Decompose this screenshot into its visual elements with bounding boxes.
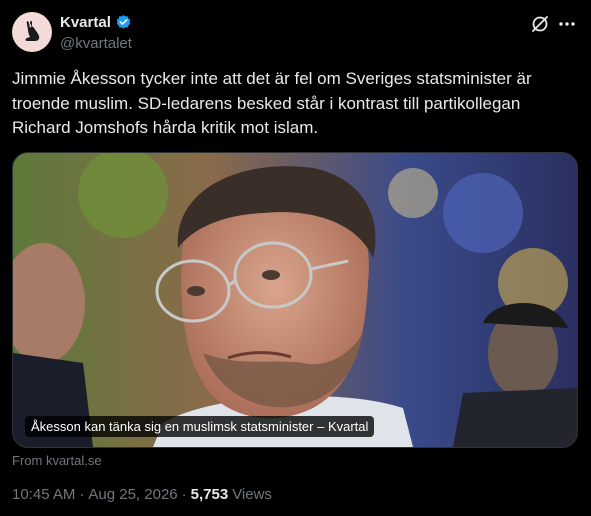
verified-badge-icon	[116, 15, 131, 29]
account-name[interactable]: Kvartal	[60, 14, 132, 31]
link-card-caption[interactable]: Åkesson kan tänka sig en muslimsk statsm…	[25, 416, 375, 437]
views-label: Views	[232, 486, 272, 503]
grok-icon[interactable]	[529, 13, 551, 35]
tweet-meta: 10:45 AM · Aug 25, 2026 · 5,753 Views	[12, 486, 272, 503]
press-photo	[13, 153, 577, 447]
avatar[interactable]	[12, 12, 52, 52]
meta-separator: ·	[181, 486, 187, 503]
link-card-image[interactable]: Åkesson kan tänka sig en muslimsk statsm…	[12, 152, 578, 448]
more-icon[interactable]	[556, 13, 578, 35]
tweet-time[interactable]: 10:45 AM	[12, 486, 75, 503]
tweet-text: Jimmie Åkesson tycker inte att det är fe…	[12, 69, 532, 137]
tweet-date[interactable]: Aug 25, 2026	[88, 486, 177, 503]
account-handle[interactable]: @kvartalet	[60, 35, 132, 52]
link-source[interactable]: From kvartal.se	[12, 453, 102, 468]
views-count: 5,753	[190, 486, 229, 503]
hare-icon	[25, 20, 40, 41]
meta-separator: ·	[79, 486, 85, 503]
account-name-text[interactable]: Kvartal	[60, 14, 111, 31]
